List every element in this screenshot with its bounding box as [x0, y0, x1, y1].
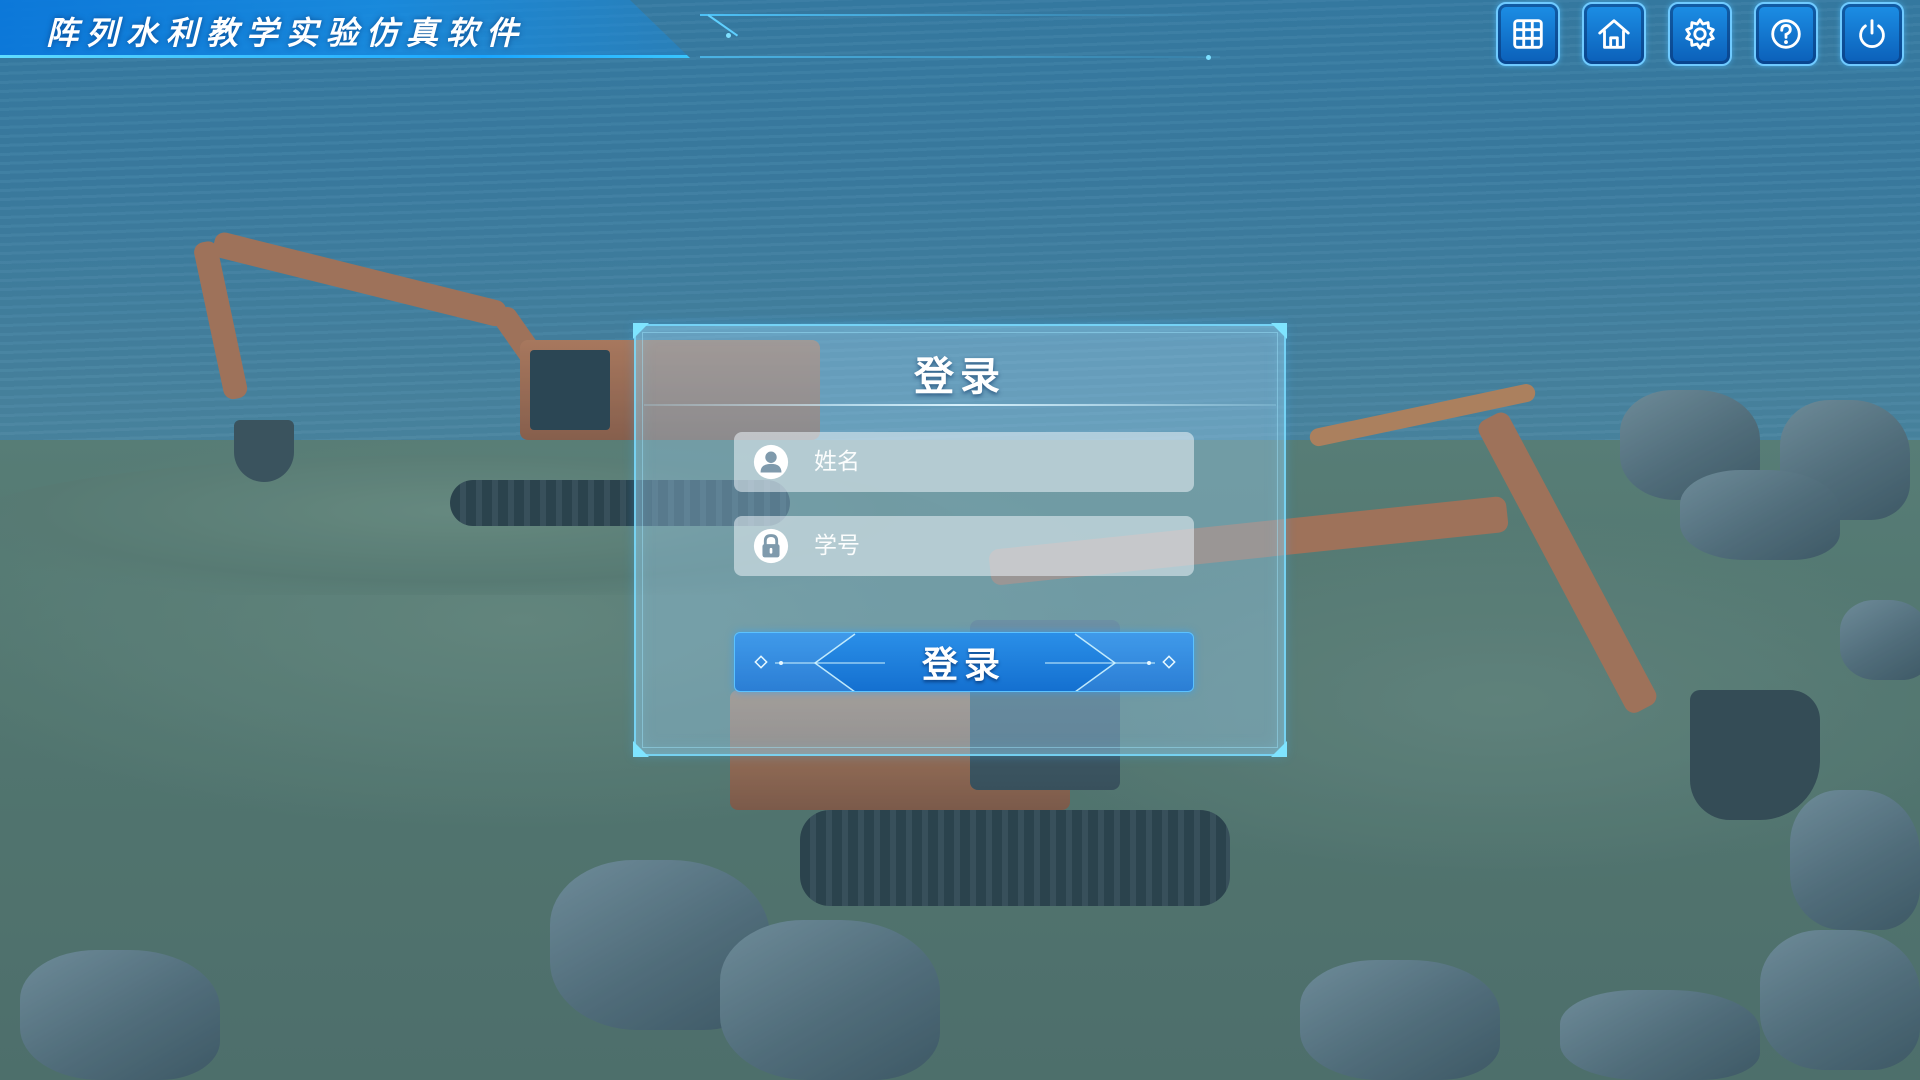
gear-icon — [1685, 18, 1715, 50]
name-input[interactable] — [812, 441, 1194, 483]
lock-icon — [753, 528, 789, 564]
panel-corner — [633, 323, 649, 339]
login-button-label: 登录 — [921, 645, 1006, 686]
home-icon — [1598, 19, 1630, 49]
home-button[interactable] — [1582, 2, 1646, 66]
panel-corner — [633, 741, 649, 757]
name-field[interactable] — [734, 432, 1194, 492]
title-deco-line — [700, 14, 1220, 16]
title-bar: 阵列水利教学实验仿真软件 — [0, 0, 690, 58]
login-button[interactable]: 登录 — [734, 632, 1194, 692]
panel-corner — [1271, 323, 1287, 339]
app-title: 阵列水利教学实验仿真软件 — [46, 14, 527, 52]
user-icon — [753, 444, 789, 480]
student-id-field[interactable] — [734, 516, 1194, 576]
title-deco-dot — [726, 33, 731, 38]
help-button[interactable] — [1754, 2, 1818, 66]
title-deco-dot — [1206, 55, 1211, 60]
settings-button[interactable] — [1668, 2, 1732, 66]
title-deco-line — [700, 56, 1220, 58]
panel-corner — [1271, 741, 1287, 757]
help-circle-icon — [1771, 19, 1801, 49]
power-icon — [1859, 19, 1885, 48]
login-title: 登录 — [914, 354, 1006, 400]
title-divider — [644, 404, 1276, 406]
grid-icon — [1513, 19, 1543, 49]
login-panel: 登录 姓名 学号 登录 — [633, 323, 1287, 757]
app-window: 阵列水利教学实验仿真软件 登录 姓名 学号 登录 — [0, 0, 1920, 1080]
power-button[interactable] — [1840, 2, 1904, 66]
student-id-input[interactable] — [812, 525, 1194, 567]
grid-menu-button[interactable] — [1496, 2, 1560, 66]
top-toolbar — [1496, 2, 1904, 66]
